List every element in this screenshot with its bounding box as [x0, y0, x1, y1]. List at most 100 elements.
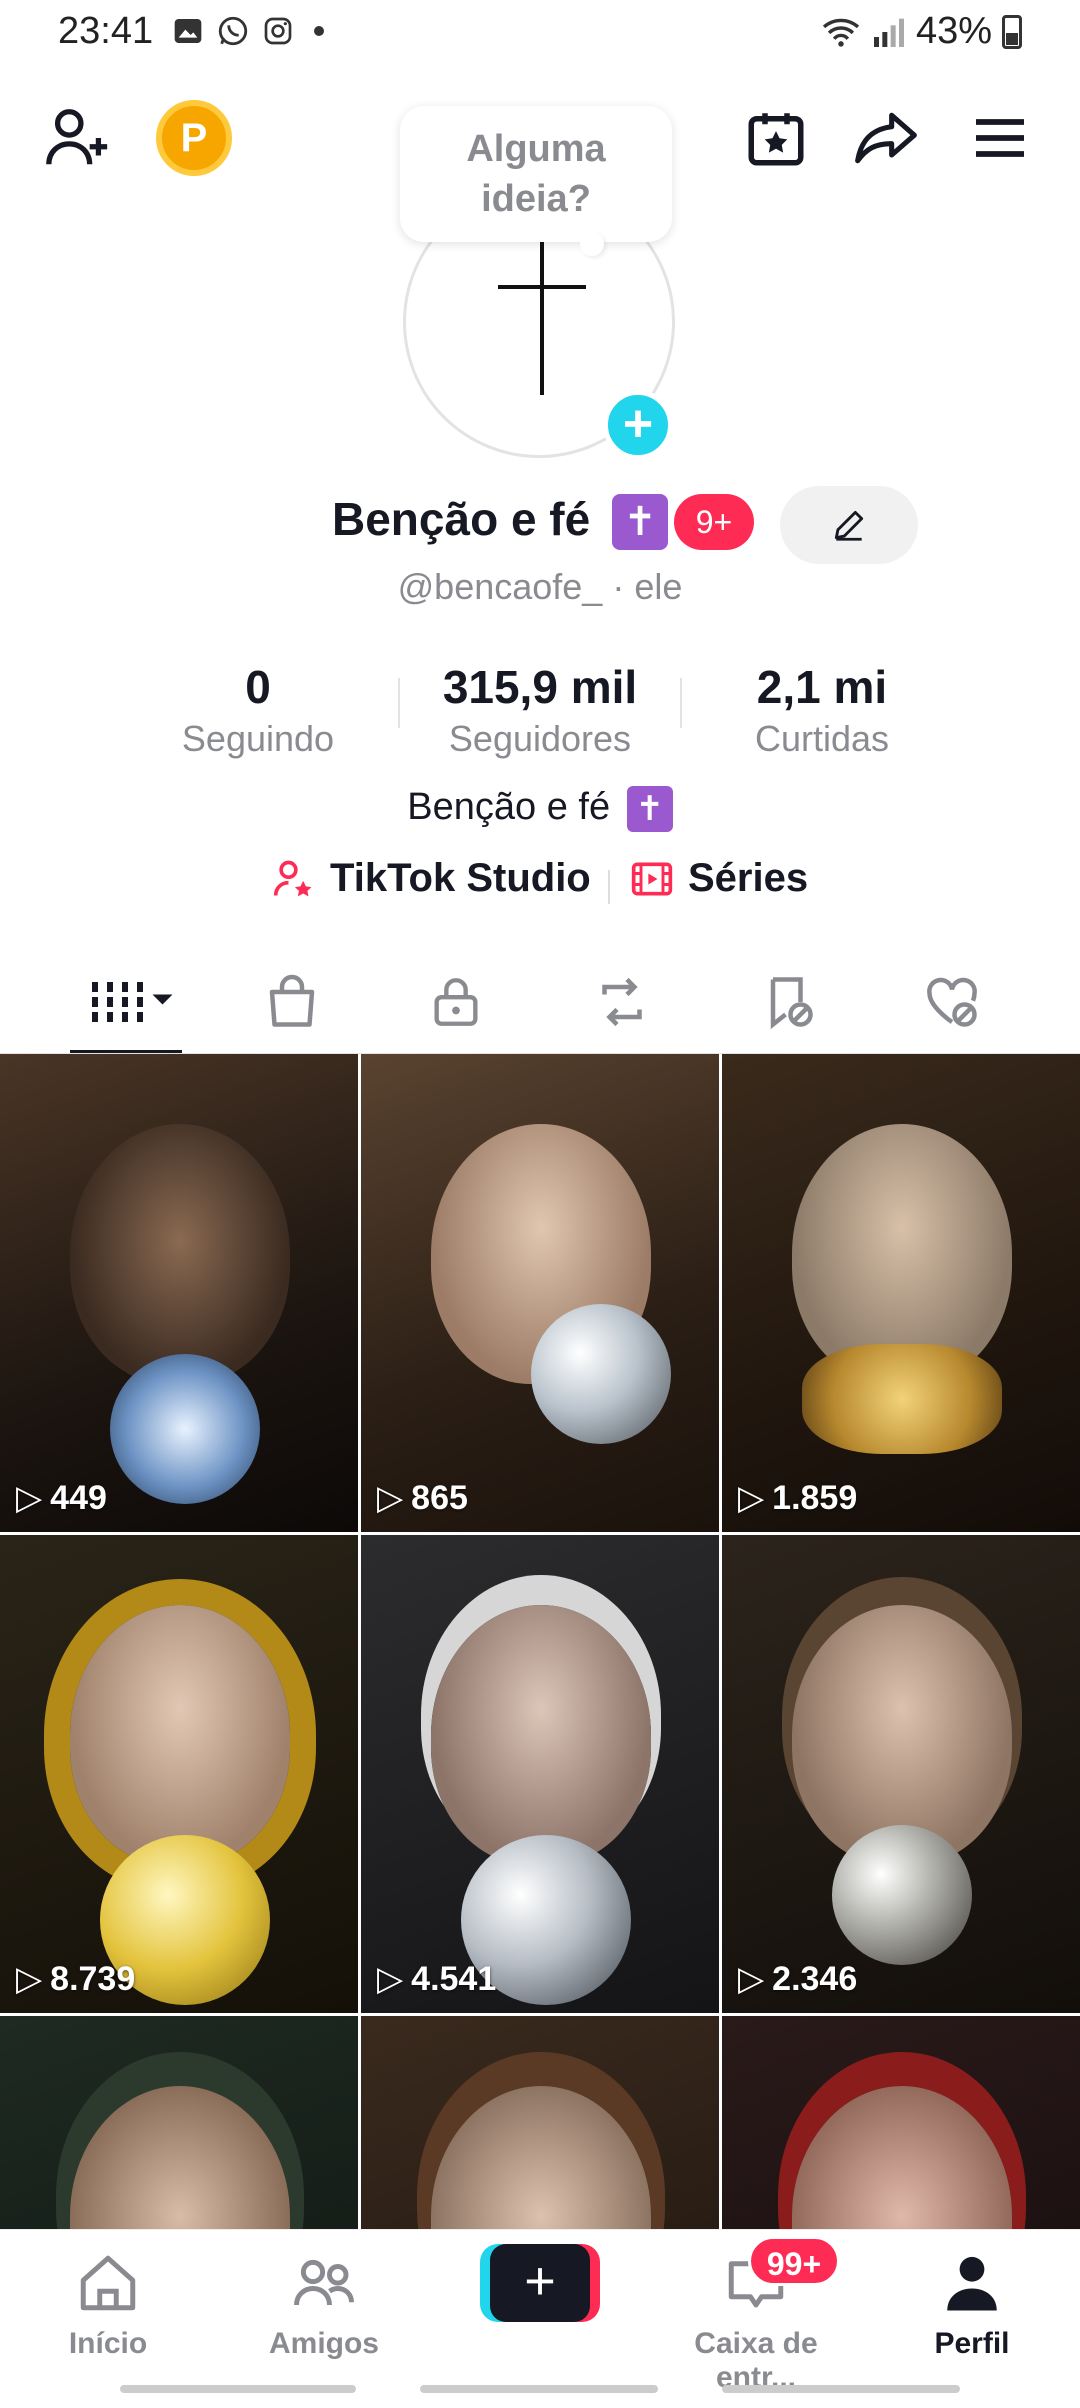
share-arrow-icon: [855, 112, 917, 164]
view-count-value: 865: [411, 1478, 468, 1517]
battery-percent: 43%: [915, 10, 992, 52]
play-icon: ▷: [377, 1960, 404, 1998]
stat-followers[interactable]: 315,9 mil Seguidores: [400, 660, 680, 760]
edit-profile-button[interactable]: [780, 486, 918, 564]
view-count: ▷ 2.346: [738, 1959, 857, 1999]
nav-profile[interactable]: Perfil: [872, 2250, 1072, 2361]
repost-icon: [602, 977, 642, 1027]
tab-private[interactable]: [404, 966, 508, 1038]
tab-shop[interactable]: [240, 966, 344, 1038]
stat-likes[interactable]: 2,1 mi Curtidas: [682, 660, 962, 760]
home-icon: [80, 2255, 136, 2311]
username-handle: @bencaofe_ · ele: [397, 566, 683, 607]
pencil-icon: [834, 510, 864, 541]
profile-person-icon: [947, 2256, 997, 2311]
series-link[interactable]: Séries: [630, 856, 808, 901]
video-thumbnail[interactable]: ▷ 1.859: [722, 1054, 1080, 1532]
view-count: ▷ 1.859: [738, 1478, 857, 1518]
nav-label: Amigos: [268, 2327, 379, 2360]
video-thumbnail[interactable]: ▷ 2.346: [722, 1535, 1080, 2013]
friends-icon: [294, 2259, 354, 2306]
status-notification-icons: [172, 14, 324, 48]
profile-tabs: [0, 950, 1080, 1054]
video-thumbnail[interactable]: ▷ 8.739: [0, 1535, 358, 2013]
gesture-bar-left: [120, 2385, 356, 2393]
tab-liked[interactable]: [900, 966, 1004, 1038]
idea-tooltip[interactable]: Alguma ideia?: [400, 106, 672, 256]
video-thumbnail[interactable]: ▷ 4.541: [361, 1535, 719, 2013]
view-count-value: 4.541: [411, 1959, 497, 1998]
nav-label: Perfil: [934, 2327, 1010, 2360]
coin-letter: P: [180, 115, 208, 160]
bottom-navigation: Início Amigos + Caixa de entr... 99+ Per…: [0, 2229, 1080, 2408]
menu-button[interactable]: [962, 100, 1038, 176]
calendar-star-icon: [748, 113, 804, 166]
video-thumbnail[interactable]: ▷ 865: [361, 1054, 719, 1532]
person-star-icon: [273, 860, 312, 896]
heart-hidden-icon: [927, 977, 977, 1027]
videos-grid-icon: [92, 982, 173, 1022]
cross-emoji: ✝: [612, 494, 668, 550]
shopping-bag-icon: [269, 974, 315, 1027]
display-name: Benção e fé: [332, 493, 591, 545]
play-icon: ▷: [738, 1479, 765, 1517]
stat-label: Seguindo: [181, 718, 335, 759]
stat-value: 0: [245, 661, 271, 713]
nav-label: Início: [68, 2327, 148, 2360]
tab-videos[interactable]: [74, 966, 186, 1038]
notification-badge[interactable]: 9+: [674, 494, 754, 550]
tab-reposts[interactable]: [570, 966, 674, 1038]
bio: Benção e fé ✝: [0, 786, 1080, 832]
view-count: ▷ 4.541: [377, 1959, 496, 1999]
video-thumbnail[interactable]: [722, 2016, 1080, 2229]
status-right: 43%: [820, 10, 1022, 53]
stat-following[interactable]: 0 Seguindo: [118, 660, 398, 760]
plus-icon: +: [490, 2244, 590, 2322]
view-count-value: 1.859: [772, 1478, 858, 1517]
play-icon: ▷: [738, 1960, 765, 1998]
signal-icon: [873, 18, 904, 47]
stat-value: 2,1 mi: [756, 661, 888, 713]
bio-cross-emoji: ✝: [626, 786, 673, 832]
tab-saved[interactable]: [736, 966, 840, 1038]
video-grid: ▷ 449 ▷ 865 ▷ 1.859 ▷ 8.739 ▷ 4.541 ▷ 2.346: [0, 1054, 1080, 2229]
add-person-icon: [46, 109, 108, 165]
avatar-cross-horizontal: [498, 285, 586, 289]
more-notifications-dot: [314, 26, 324, 36]
video-thumbnail[interactable]: [0, 2016, 358, 2229]
link-divider: [608, 870, 610, 904]
whatsapp-icon: [218, 16, 248, 46]
wifi-icon: [822, 18, 860, 47]
stat-value: 315,9 mil: [442, 661, 638, 713]
view-count-value: 2.346: [772, 1959, 858, 1998]
play-icon: ▷: [16, 1960, 43, 1998]
inbox-badge: 99+: [748, 2236, 840, 2286]
coin-button[interactable]: P: [156, 100, 232, 176]
profile-stats: 0 Seguindo 315,9 mil Seguidores 2,1 mi C…: [0, 660, 1080, 760]
play-icon: ▷: [16, 1479, 43, 1517]
add-story-button[interactable]: +: [603, 390, 673, 460]
nav-home[interactable]: Início: [8, 2250, 208, 2361]
link-label: TikTok Studio: [330, 856, 591, 900]
calendar-button[interactable]: [738, 100, 814, 176]
stat-label: Seguidores: [448, 718, 632, 759]
avatar-cross-vertical: [540, 239, 544, 395]
instagram-icon: [264, 17, 292, 45]
video-thumbnail[interactable]: [361, 2016, 719, 2229]
create-video-button[interactable]: +: [480, 2244, 600, 2322]
nav-friends[interactable]: Amigos: [224, 2250, 424, 2361]
video-thumbnail[interactable]: ▷ 449: [0, 1054, 358, 1532]
bookmark-hidden-icon: [770, 977, 813, 1030]
tiktok-studio-link[interactable]: TikTok Studio: [272, 856, 591, 901]
hamburger-menu-icon: [976, 119, 1024, 157]
view-count: ▷ 865: [377, 1478, 468, 1518]
name-row: Benção e fé ✝ 9+: [0, 486, 1080, 564]
view-count-value: 449: [50, 1478, 107, 1517]
lock-icon: [434, 978, 478, 1026]
stat-label: Curtidas: [754, 718, 890, 759]
add-friend-button[interactable]: [40, 100, 116, 176]
profile-links: TikTok Studio Séries: [0, 856, 1080, 916]
status-bar: 23:41 43%: [0, 0, 1080, 70]
gesture-bar-middle: [420, 2385, 658, 2393]
share-button[interactable]: [848, 100, 924, 176]
